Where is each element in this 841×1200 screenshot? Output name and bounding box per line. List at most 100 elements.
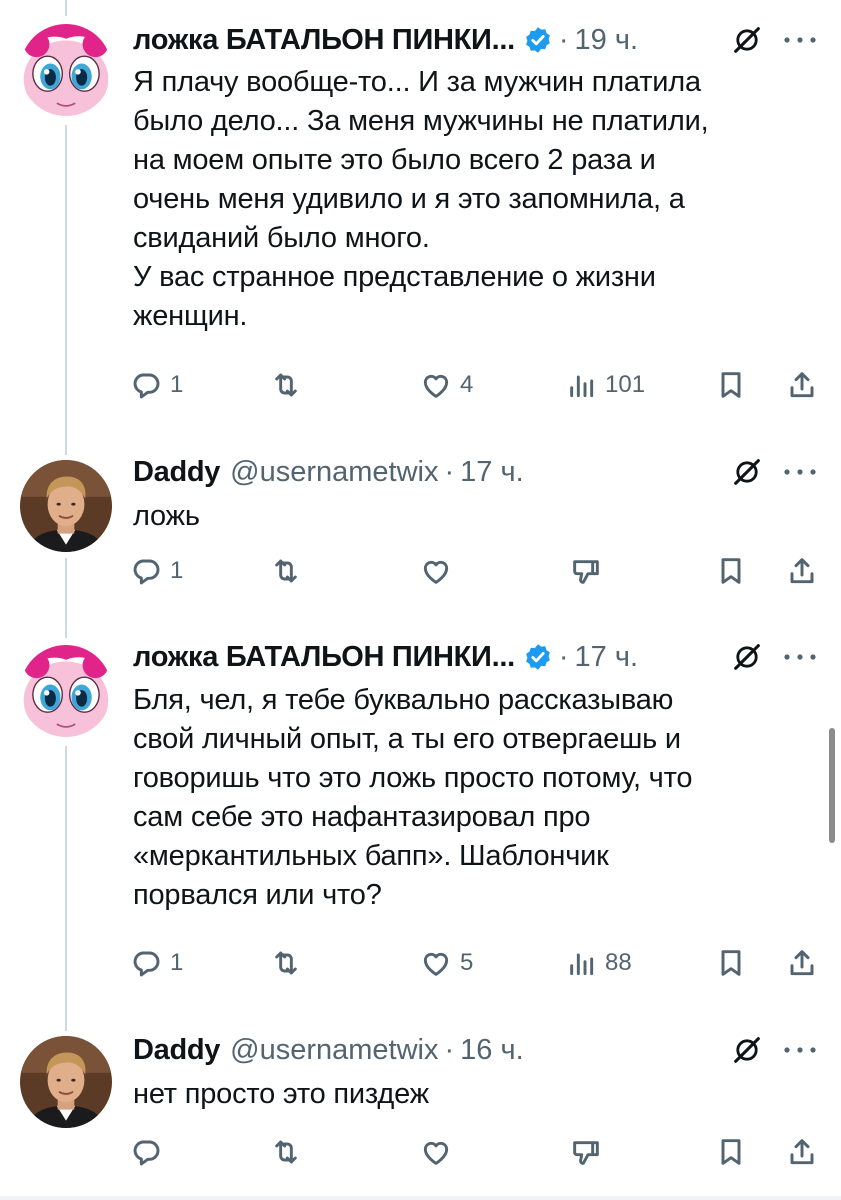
retweet-button[interactable]	[270, 1132, 302, 1172]
timestamp[interactable]: 17 ч.	[460, 456, 523, 489]
tweet-header: Daddy @usernametwix · 16 ч.	[133, 1033, 524, 1067]
views-icon	[565, 369, 597, 401]
views-count: 88	[605, 949, 632, 976]
man-portrait-avatar-image	[20, 460, 112, 552]
like-button[interactable]	[420, 1132, 452, 1172]
views-icon	[565, 947, 597, 979]
avatar[interactable]	[20, 460, 112, 552]
pinkie-pie-avatar-image	[20, 24, 112, 116]
tweet-text: ложь	[133, 500, 200, 532]
retweet-button[interactable]	[270, 551, 302, 591]
display-name[interactable]: ложка БАТАЛЬОН ПИНКИ...	[133, 641, 515, 674]
more-icon[interactable]	[782, 35, 818, 45]
avatar[interactable]	[20, 645, 112, 737]
reply-icon	[130, 369, 162, 401]
thumbs-down-icon	[570, 555, 602, 587]
action-bar: 1	[130, 551, 820, 591]
reply-button[interactable]: 1	[130, 365, 183, 405]
timestamp[interactable]: 16 ч.	[460, 1034, 523, 1067]
thread-line	[65, 746, 67, 1031]
tweet-header: Daddy @usernametwix · 17 ч.	[133, 455, 524, 489]
reply-icon	[130, 947, 162, 979]
downvote-button[interactable]	[570, 551, 602, 591]
bookmark-button[interactable]	[715, 365, 747, 405]
user-handle[interactable]: @usernametwix	[230, 456, 438, 489]
separator-dot: ·	[444, 455, 455, 488]
like-button[interactable]: 5	[420, 943, 473, 983]
like-button[interactable]	[420, 551, 452, 591]
bookmark-icon	[715, 369, 747, 401]
action-bar: 1 5 88	[130, 943, 820, 983]
action-bar: 1 4 101	[130, 365, 820, 405]
thread-line	[65, 558, 67, 638]
scrollbar[interactable]	[829, 728, 835, 843]
heart-icon	[420, 947, 452, 979]
display-name[interactable]: ложка БАТАЛЬОН ПИНКИ...	[133, 24, 515, 57]
share-icon	[786, 947, 818, 979]
man-portrait-avatar-image	[20, 1036, 112, 1128]
retweet-icon	[270, 555, 302, 587]
display-name[interactable]: Daddy	[133, 1034, 220, 1067]
bookmark-button[interactable]	[715, 943, 747, 983]
views-button[interactable]: 101	[565, 365, 645, 405]
timestamp[interactable]: 19 ч.	[575, 24, 638, 57]
share-button[interactable]	[786, 551, 818, 591]
retweet-icon	[270, 369, 302, 401]
divider	[0, 1196, 841, 1200]
avatar[interactable]	[20, 24, 112, 116]
share-icon	[786, 555, 818, 587]
action-bar	[130, 1132, 820, 1172]
more-icon[interactable]	[782, 652, 818, 662]
like-count: 4	[460, 371, 474, 398]
reply-button[interactable]	[130, 1132, 162, 1172]
bookmark-button[interactable]	[715, 551, 747, 591]
reply-icon	[130, 1136, 162, 1168]
reply-icon	[130, 555, 162, 587]
bookmark-icon	[715, 947, 747, 979]
grok-icon[interactable]	[730, 455, 764, 489]
like-count: 5	[460, 949, 474, 976]
reply-count: 1	[170, 557, 184, 584]
thread-line	[65, 0, 67, 16]
tweet-text: Я плачу вообще-то... И за мужчин платила…	[133, 66, 709, 332]
retweet-button[interactable]	[270, 365, 310, 405]
separator-dot: ·	[558, 640, 569, 673]
tweet-header: ложка БАТАЛЬОН ПИНКИ... · 17 ч.	[133, 640, 638, 674]
more-icon[interactable]	[782, 467, 818, 477]
bookmark-button[interactable]	[715, 1132, 747, 1172]
verified-badge-icon	[526, 27, 550, 53]
display-name[interactable]: Daddy	[133, 456, 220, 489]
avatar[interactable]	[20, 1036, 112, 1128]
retweet-icon	[270, 947, 302, 979]
thread-line	[65, 125, 67, 455]
grok-icon[interactable]	[730, 23, 764, 57]
share-button[interactable]	[786, 943, 818, 983]
share-button[interactable]	[786, 365, 818, 405]
reply-button[interactable]: 1	[130, 551, 183, 591]
downvote-button[interactable]	[570, 1132, 602, 1172]
reply-count: 1	[170, 371, 184, 398]
tweet-header: ложка БАТАЛЬОН ПИНКИ... · 19 ч.	[133, 23, 638, 57]
tweet-text: Бля, чел, я тебе буквально рассказываю с…	[133, 684, 693, 911]
retweet-button[interactable]	[270, 943, 310, 983]
views-button[interactable]: 88	[565, 943, 632, 983]
separator-dot: ·	[444, 1033, 455, 1066]
share-button[interactable]	[786, 1132, 818, 1172]
more-icon[interactable]	[782, 1045, 818, 1055]
grok-icon[interactable]	[730, 1033, 764, 1067]
thumbs-down-icon	[570, 1136, 602, 1168]
pinkie-pie-avatar-image	[20, 645, 112, 737]
heart-icon	[420, 555, 452, 587]
verified-badge-icon	[526, 644, 550, 670]
bookmark-icon	[715, 1136, 747, 1168]
timestamp[interactable]: 17 ч.	[575, 641, 638, 674]
retweet-icon	[270, 1136, 302, 1168]
reply-button[interactable]: 1	[130, 943, 183, 983]
user-handle[interactable]: @usernametwix	[230, 1034, 438, 1067]
share-icon	[786, 1136, 818, 1168]
tweet-text: нет просто это пиздеж	[133, 1078, 429, 1110]
share-icon	[786, 369, 818, 401]
heart-icon	[420, 369, 452, 401]
like-button[interactable]: 4	[420, 365, 473, 405]
grok-icon[interactable]	[730, 640, 764, 674]
